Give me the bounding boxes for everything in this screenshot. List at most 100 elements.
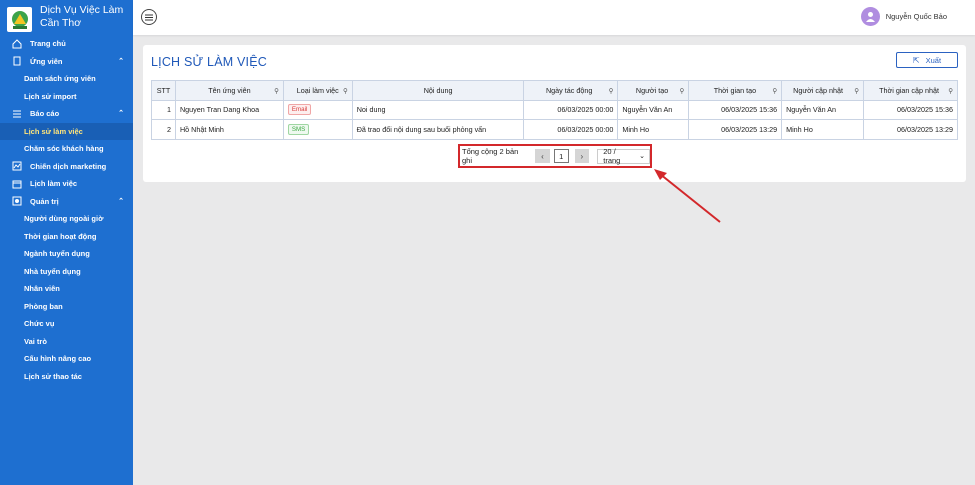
chevron-up-icon: ⌃ bbox=[118, 110, 124, 117]
cell-stt: 2 bbox=[151, 119, 176, 140]
cell-creator: Nguyễn Văn An bbox=[617, 99, 690, 120]
chevron-up-icon: ⌃ bbox=[118, 57, 124, 65]
sidebar-item-label: Lịch sử thao tác bbox=[24, 371, 82, 381]
type-badge: SMS bbox=[287, 123, 310, 135]
work-history-table: STT Tên ứng viên ⚲ Loại làm việc ⚲ Nội dun… bbox=[151, 80, 958, 140]
cell-updater: Minh Ho bbox=[781, 119, 865, 140]
brand-name: Dịch Vụ Việc Làm Cần Thơ bbox=[40, 4, 123, 30]
page-size-value: 20 / trang bbox=[603, 147, 621, 165]
table-row[interactable]: 2 Hồ Nhật Minh SMS Đã trao đổi nội dung … bbox=[151, 119, 958, 140]
column-header-creator[interactable]: Người tạo ⚲ bbox=[617, 80, 690, 101]
home-icon bbox=[11, 38, 22, 49]
brand-line-1: Dịch Vụ Việc Làm bbox=[40, 4, 124, 16]
sidebar-item-activity-time[interactable]: Thời gian hoạt động bbox=[0, 228, 133, 246]
sidebar-item-admin[interactable]: Quản trị ⌃ bbox=[0, 193, 133, 211]
search-icon[interactable]: ⚲ bbox=[609, 87, 614, 95]
calendar-icon bbox=[11, 178, 22, 189]
current-page[interactable]: 1 bbox=[553, 149, 569, 163]
next-page-button[interactable]: › bbox=[574, 149, 590, 163]
column-header-type[interactable]: Loại làm việc ⚲ bbox=[282, 80, 353, 101]
search-icon[interactable]: ⚲ bbox=[772, 87, 777, 95]
sidebar-item-departments[interactable]: Phòng ban bbox=[0, 298, 133, 316]
sidebar-item-label: Trang chủ bbox=[30, 39, 66, 49]
menu-toggle-button[interactable] bbox=[141, 9, 157, 25]
pagination-total: Tổng cộng 2 bản ghi bbox=[462, 147, 519, 165]
sidebar-item-label: Chiến dịch marketing bbox=[30, 161, 107, 171]
sidebar-item-advanced-config[interactable]: Cấu hình nâng cao bbox=[0, 350, 133, 368]
top-header: Nguyễn Quốc Bảo bbox=[133, 0, 975, 35]
cell-creator: Minh Ho bbox=[617, 119, 690, 140]
page-size-select[interactable]: 20 / trang ⌄ bbox=[597, 147, 650, 165]
cell-updated-time: 06/03/2025 15:36 bbox=[863, 99, 958, 120]
sidebar-item-employers[interactable]: Nhà tuyển dụng bbox=[0, 263, 133, 281]
sidebar-item-candidate-list[interactable]: Danh sách ứng viên bbox=[0, 70, 133, 88]
sidebar-item-schedule[interactable]: Lịch làm việc bbox=[0, 175, 133, 193]
user-name: Nguyễn Quốc Bảo bbox=[885, 12, 947, 21]
type-badge: Email bbox=[287, 104, 312, 116]
work-history-card: LỊCH SỬ LÀM VIỆC ⇱ Xuất STT Tên ứng viên… bbox=[143, 45, 966, 182]
search-icon[interactable]: ⚲ bbox=[343, 87, 348, 95]
sidebar-item-roles[interactable]: Vai trò bbox=[0, 333, 133, 351]
column-header-created-time[interactable]: Thời gian tạo ⚲ bbox=[688, 80, 783, 101]
sidebar-item-customer-care[interactable]: Chăm sóc khách hàng bbox=[0, 140, 133, 158]
sidebar-item-label: Báo cáo bbox=[30, 109, 60, 119]
chevron-down-icon: ⌄ bbox=[639, 153, 645, 160]
prev-page-button[interactable]: ‹ bbox=[535, 149, 550, 163]
sidebar-item-staff[interactable]: Nhân viên bbox=[0, 280, 133, 298]
sidebar-item-action-history[interactable]: Lịch sử thao tác bbox=[0, 368, 133, 386]
cell-candidate-name: Nguyen Tran Dang Khoa bbox=[174, 99, 284, 120]
cell-type: SMS bbox=[282, 119, 353, 140]
search-icon[interactable]: ⚲ bbox=[274, 87, 279, 95]
sidebar-item-label: Nhà tuyển dụng bbox=[24, 266, 81, 276]
search-icon[interactable]: ⚲ bbox=[854, 87, 859, 95]
column-header-updater[interactable]: Người cập nhật ⚲ bbox=[781, 80, 865, 101]
sidebar-item-label: Lịch sử làm việc bbox=[24, 126, 83, 136]
table-header-row: STT Tên ứng viên ⚲ Loại làm việc ⚲ Nội dun… bbox=[151, 80, 958, 101]
sidebar-menu: Trang chủ Ứng viên ⌃ Danh sách ứng viên L… bbox=[0, 35, 133, 385]
sidebar-item-work-history[interactable]: Lịch sử làm việc bbox=[0, 122, 133, 140]
table-row[interactable]: 1 Nguyen Tran Dang Khoa Email Noi dung 0… bbox=[151, 99, 958, 120]
sidebar-item-candidates[interactable]: Ứng viên ⌃ bbox=[0, 53, 133, 71]
sidebar-item-label: Quản trị bbox=[30, 196, 59, 206]
document-icon bbox=[11, 56, 22, 67]
sidebar-item-home[interactable]: Trang chủ bbox=[0, 35, 133, 53]
brand: Dịch Vụ Việc Làm Cần Thơ bbox=[0, 0, 133, 35]
search-icon[interactable]: ⚲ bbox=[948, 87, 953, 95]
sidebar-item-label: Ứng viên bbox=[30, 56, 63, 66]
sidebar-item-after-hours-users[interactable]: Người dùng ngoài giờ bbox=[0, 210, 133, 228]
column-header-updated-time[interactable]: Thời gian cập nhật ⚲ bbox=[863, 80, 958, 101]
sidebar-item-label: Lịch sử import bbox=[24, 91, 77, 101]
column-header-action-date[interactable]: Ngày tác động ⚲ bbox=[523, 80, 619, 101]
brand-line-2: Cần Thơ bbox=[40, 17, 82, 29]
sidebar-item-industries[interactable]: Ngành tuyển dụng bbox=[0, 245, 133, 263]
avatar bbox=[860, 7, 880, 26]
sidebar-item-import-history[interactable]: Lịch sử import bbox=[0, 88, 133, 106]
sidebar-item-label: Người dùng ngoài giờ bbox=[24, 214, 104, 224]
cell-created-time: 06/03/2025 13:29 bbox=[688, 119, 783, 140]
cell-created-time: 06/03/2025 15:36 bbox=[688, 99, 783, 120]
cell-updated-time: 06/03/2025 13:29 bbox=[863, 119, 958, 140]
annotation-arrow bbox=[654, 169, 721, 223]
sidebar-item-marketing[interactable]: Chiến dịch marketing bbox=[0, 158, 133, 176]
user-menu[interactable]: Nguyễn Quốc Bảo bbox=[860, 7, 947, 26]
sidebar-item-label: Chức vụ bbox=[24, 319, 55, 329]
sidebar-item-reports[interactable]: Báo cáo ⌃ bbox=[0, 105, 133, 123]
column-header-candidate[interactable]: Tên ứng viên ⚲ bbox=[174, 80, 284, 101]
hamburger-icon bbox=[145, 14, 153, 20]
sidebar-item-label: Lịch làm việc bbox=[30, 179, 78, 189]
export-button[interactable]: ⇱ Xuất bbox=[896, 52, 958, 68]
cell-action-date: 06/03/2025 00:00 bbox=[523, 99, 619, 120]
cell-stt: 1 bbox=[151, 99, 176, 120]
list-icon bbox=[11, 108, 22, 119]
search-icon[interactable]: ⚲ bbox=[679, 87, 684, 95]
sidebar-item-label: Vai trò bbox=[24, 336, 47, 346]
chart-icon bbox=[11, 161, 22, 172]
page-title: LỊCH SỬ LÀM VIỆC bbox=[151, 55, 267, 69]
sidebar-item-label: Ngành tuyển dụng bbox=[24, 249, 90, 259]
sidebar-item-positions[interactable]: Chức vụ bbox=[0, 315, 133, 333]
cell-candidate-name: Hồ Nhật Minh bbox=[174, 119, 284, 140]
cell-type: Email bbox=[282, 99, 353, 120]
sidebar-item-label: Nhân viên bbox=[24, 284, 60, 294]
user-icon bbox=[865, 12, 875, 22]
cell-updater: Nguyễn Văn An bbox=[781, 99, 865, 120]
